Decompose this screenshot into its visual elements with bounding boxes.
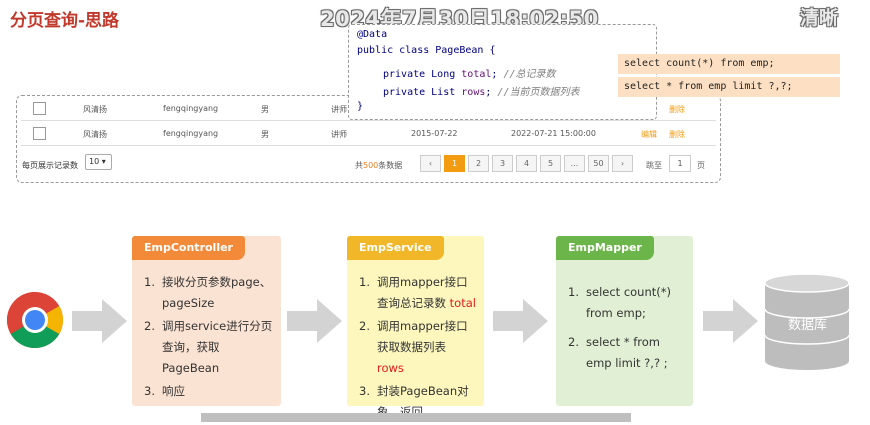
total-count: 共500条数据 — [355, 161, 403, 170]
row-checkbox[interactable] — [33, 102, 46, 115]
cell-job: 讲师 — [331, 130, 347, 139]
page-size-select[interactable]: 10 ▾ — [85, 154, 112, 170]
database-label: 数据库 — [788, 318, 828, 333]
cell-job: 讲师 — [331, 105, 347, 114]
code-field-total: private Long total; //总记录数 — [383, 69, 556, 80]
sql-count: select count(*) from emp; — [618, 54, 840, 74]
arrow-right-icon — [287, 299, 342, 343]
jump-label: 跳至 — [646, 161, 662, 170]
page-button-4[interactable]: 4 — [516, 155, 537, 172]
service-title: EmpService — [347, 236, 444, 260]
page-button-2[interactable]: 2 — [468, 155, 489, 172]
service-box: EmpService 1. 调用mapper接口查询总记录数 total 2. 调用… — [347, 236, 484, 419]
controller-step: 1. 接收分页参数page、pageSize — [144, 275, 272, 310]
page-ellipsis: ... — [564, 155, 585, 172]
controller-box: EmpController 1. 接收分页参数page、pageSize 2. 调用… — [132, 236, 281, 406]
delete-link[interactable]: 删除 — [669, 129, 685, 140]
page-prev-button[interactable]: ‹ — [420, 155, 441, 172]
code-close-brace: } — [357, 101, 364, 112]
jump-unit: 页 — [697, 161, 705, 170]
page-next-button[interactable]: › — [612, 155, 633, 172]
chrome-icon — [5, 290, 65, 350]
mapper-box: EmpMapper 1. select count(*) from emp; 2.… — [556, 236, 693, 406]
controller-title: EmpController — [132, 236, 245, 260]
pagebean-code: @Data public class PageBean { private Lo… — [348, 24, 657, 120]
cell-username: fengqingyang — [163, 129, 219, 138]
quality-label[interactable]: 清晰 — [800, 3, 838, 30]
mapper-title: EmpMapper — [556, 236, 654, 260]
delete-link[interactable]: 删除 — [669, 104, 685, 115]
code-annotation: @Data — [357, 29, 388, 40]
page-size-label: 每页展示记录数 — [22, 161, 78, 170]
edit-link[interactable]: 编辑 — [641, 129, 657, 140]
mapper-step: 2. select * from emp limit ?,? ; — [568, 335, 668, 370]
code-class-decl: public class PageBean { — [357, 45, 496, 56]
service-step: 2. 调用mapper接口获取数据列表 rows — [359, 319, 468, 375]
cell-username: fengqingyang — [163, 104, 219, 113]
controller-step: 3. 响应 — [144, 384, 185, 398]
cell-gender: 男 — [261, 130, 269, 139]
page-button-50[interactable]: 50 — [588, 155, 609, 172]
row-checkbox[interactable] — [33, 127, 46, 140]
cell-name: 风清扬 — [83, 130, 107, 139]
cell-name: 风清扬 — [83, 105, 107, 114]
page-title: 分页查询-思路 — [10, 11, 120, 31]
arrow-right-icon — [72, 299, 127, 343]
arrow-right-icon — [493, 299, 548, 343]
sql-list: select * from emp limit ?,?; — [618, 77, 840, 97]
table-row: 风清扬 fengqingyang 男 讲师 2015-07-22 2022-07… — [21, 123, 716, 146]
page-button-3[interactable]: 3 — [492, 155, 513, 172]
video-progress-bar[interactable] — [201, 413, 631, 422]
mapper-step: 1. select count(*) from emp; — [568, 285, 671, 320]
page-button-1[interactable]: 1 — [444, 155, 465, 172]
arrow-right-icon — [703, 299, 758, 343]
jump-input[interactable]: 1 — [669, 155, 691, 172]
controller-step: 2. 调用service进行分页查询，获取PageBean — [144, 319, 273, 375]
cell-gender: 男 — [261, 105, 269, 114]
page-button-5[interactable]: 5 — [540, 155, 561, 172]
cell-update-time: 2022-07-21 15:00:00 — [511, 129, 596, 138]
service-step: 1. 调用mapper接口查询总记录数 total — [359, 275, 476, 310]
code-field-rows: private List rows; //当前页数据列表 — [383, 87, 580, 98]
cell-entry-date: 2015-07-22 — [411, 129, 458, 138]
